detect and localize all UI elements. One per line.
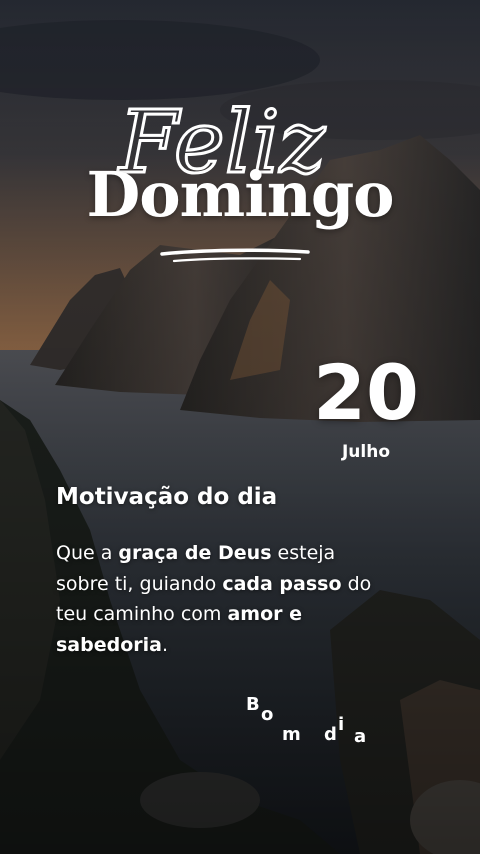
motto-title: Motivação do dia: [56, 484, 278, 510]
signoff-letter: o: [261, 704, 274, 725]
motivational-message: Que a graça de Deus esteja sobre ti, gui…: [56, 538, 386, 660]
title-underline: [160, 248, 310, 263]
date-month: Julho: [341, 442, 391, 462]
signoff-letter: d: [324, 724, 337, 745]
signoff-letter: a: [354, 726, 367, 747]
signoff-letter: B: [246, 694, 260, 715]
date-day: 20: [313, 348, 419, 437]
message-text-1: Que a: [56, 542, 119, 564]
message-bold-2: cada passo: [222, 572, 342, 595]
signoff-letter: m: [282, 724, 301, 745]
title-main: Domingo: [86, 158, 394, 231]
greeting-card: Feliz Domingo 20 Julho Motivação do dia …: [0, 0, 480, 854]
message-bold-1: graça de Deus: [118, 542, 272, 564]
message-text-4: .: [161, 633, 169, 656]
signoff-letter: i: [338, 714, 345, 735]
bom-dia-signoff: B o m d i a: [244, 694, 384, 754]
